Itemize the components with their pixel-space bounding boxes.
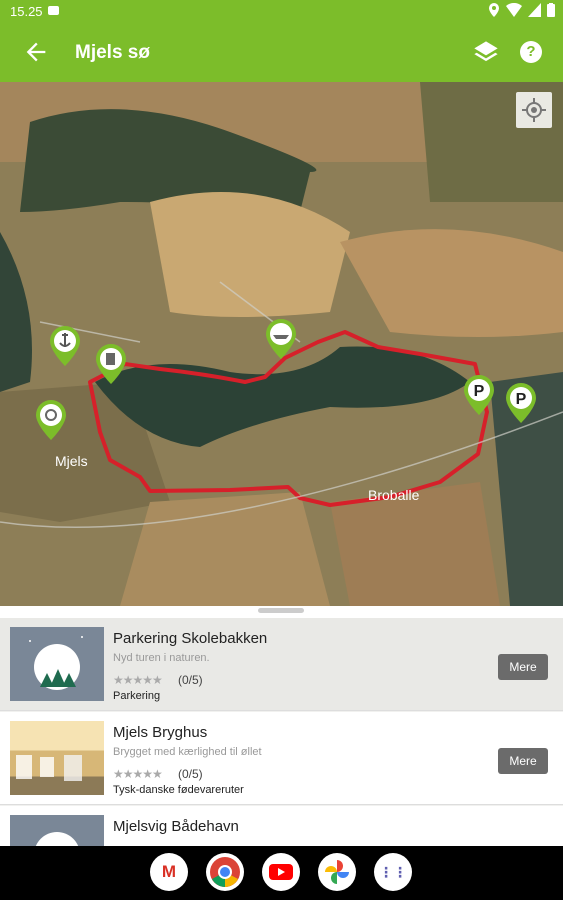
system-dock: M ⋮⋮ [0, 846, 563, 900]
map-pin-harbor-icon[interactable] [50, 326, 80, 366]
item-name: Mjelsvig Bådehavn [113, 818, 239, 835]
map-view[interactable]: Mjels Broballe P P [0, 82, 563, 606]
location-icon [489, 3, 499, 17]
page-title: Mjels sø [75, 42, 150, 63]
star-rating-icon: ★★★★★ [113, 673, 163, 687]
status-icons [488, 3, 555, 17]
back-arrow-icon[interactable] [22, 38, 50, 66]
parking-pin-label: P [474, 383, 485, 400]
map-pin-brewery-icon[interactable] [96, 344, 126, 384]
gmail-icon[interactable]: M [150, 853, 188, 891]
brewery-photo [10, 721, 104, 795]
item-name: Mjels Bryghus [113, 724, 208, 741]
placeholder-thumbnail [10, 627, 104, 701]
pinwheel-icon [325, 860, 349, 884]
more-button[interactable]: Mere [498, 748, 548, 774]
chrome-icon[interactable] [206, 853, 244, 891]
item-rating: (0/5) [178, 767, 203, 781]
map-label-mjels: Mjels [55, 453, 88, 469]
map-pin-info-icon[interactable] [36, 400, 66, 440]
moon-trees-icon [35, 832, 79, 846]
more-button[interactable]: Mere [498, 654, 548, 680]
map-pin-boat-icon[interactable] [266, 319, 296, 359]
status-time: 15.25 [10, 4, 43, 19]
youtube-icon[interactable] [262, 853, 300, 891]
building-photo-icon [16, 755, 82, 781]
item-subtitle: Brygget med kærlighed til øllet [113, 746, 262, 758]
bottom-sheet-handle[interactable] [258, 608, 304, 613]
list-item[interactable]: Mjelsvig Bådehavn [0, 806, 563, 846]
item-subtitle: Nyd turen i naturen. [113, 652, 210, 664]
app-launcher-icon[interactable]: ⋮⋮ [374, 853, 412, 891]
moon-trees-icon [29, 636, 83, 690]
list-item[interactable]: Mjels Bryghus Brygget med kærlighed til … [0, 712, 563, 805]
star-rating-icon: ★★★★★ [113, 767, 163, 781]
layers-icon[interactable] [472, 39, 500, 67]
wifi-icon [506, 3, 522, 17]
item-rating: (0/5) [178, 673, 203, 687]
message-notification-icon [48, 6, 59, 15]
photos-icon[interactable] [318, 853, 356, 891]
crosshair-icon [522, 98, 546, 122]
signal-icon [528, 3, 541, 17]
status-bar: 15.25 [0, 0, 563, 24]
item-category: Tysk-danske fødevareruter [113, 784, 244, 796]
app-bar: Mjels sø ? [0, 24, 563, 82]
list-item[interactable]: Parkering Skolebakken Nyd turen i nature… [0, 618, 563, 711]
map-pin-parking-icon[interactable]: P [506, 383, 536, 423]
map-label-broballe: Broballe [368, 487, 420, 503]
my-location-button[interactable] [516, 92, 552, 128]
parking-pin-label: P [516, 391, 527, 408]
placeholder-thumbnail [10, 815, 104, 846]
youtube-logo-icon [269, 864, 293, 880]
help-icon[interactable]: ? [520, 41, 542, 63]
chrome-logo-icon [210, 857, 240, 887]
poi-list[interactable]: Parkering Skolebakken Nyd turen i nature… [0, 618, 563, 846]
map-pin-parking-icon[interactable]: P [464, 375, 494, 415]
battery-icon [547, 3, 555, 17]
item-category: Parkering [113, 690, 161, 702]
item-name: Parkering Skolebakken [113, 630, 268, 647]
